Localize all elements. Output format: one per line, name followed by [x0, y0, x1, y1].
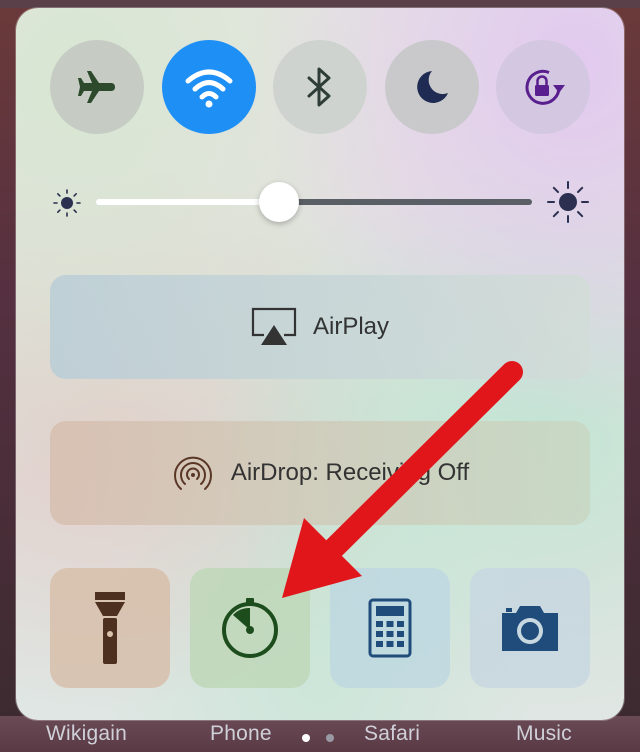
red-arrow-icon [282, 361, 523, 598]
